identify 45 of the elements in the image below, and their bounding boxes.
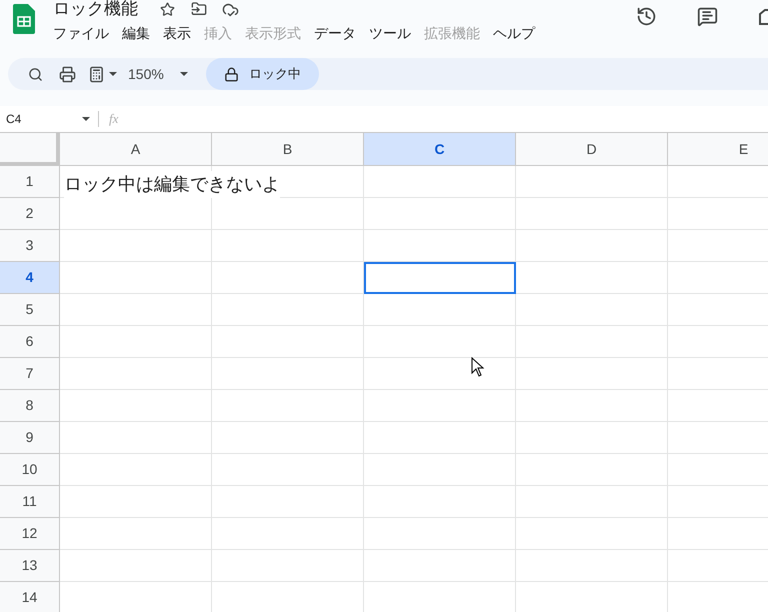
row-header[interactable]: 9 — [0, 422, 60, 454]
row-header[interactable]: 10 — [0, 454, 60, 486]
folder-icon[interactable] — [191, 1, 207, 17]
row-header[interactable]: 11 — [0, 486, 60, 518]
document-title[interactable]: ロック機能 — [53, 0, 138, 22]
row-header[interactable]: 14 — [0, 582, 60, 612]
selected-cell[interactable] — [364, 262, 516, 294]
mouse-pointer-icon — [471, 357, 485, 377]
lock-button[interactable]: ロック中 — [206, 58, 319, 90]
row-header[interactable]: 13 — [0, 550, 60, 582]
menu-item[interactable]: データ — [314, 23, 356, 44]
row-header[interactable]: 1 — [0, 166, 60, 198]
printer-icon[interactable] — [59, 66, 76, 82]
lock-icon — [224, 66, 239, 82]
search-icon[interactable] — [28, 66, 43, 82]
caret-icon — [180, 72, 188, 76]
column-header[interactable]: E — [668, 133, 768, 166]
row-header[interactable]: 5 — [0, 294, 60, 326]
row-header[interactable]: 12 — [0, 518, 60, 550]
star-icon[interactable] — [160, 2, 175, 16]
column-header[interactable]: C — [364, 133, 516, 166]
zoom-level[interactable]: 150% — [128, 64, 164, 84]
menu-item[interactable]: ツール — [369, 23, 411, 44]
history-icon[interactable] — [636, 6, 657, 27]
row-header[interactable]: 7 — [0, 358, 60, 390]
row-header[interactable]: 2 — [0, 198, 60, 230]
comment-icon[interactable] — [697, 6, 718, 27]
row-header[interactable]: 3 — [0, 230, 60, 262]
caret-icon — [109, 72, 117, 76]
fx-label: fx — [109, 110, 118, 128]
name-box[interactable]: C4 — [0, 108, 94, 130]
format-icon[interactable] — [88, 66, 105, 82]
column-header[interactable]: D — [516, 133, 668, 166]
column-header[interactable]: A — [60, 133, 212, 166]
row-header[interactable]: 4 — [0, 262, 60, 294]
menu-item[interactable]: ヘルプ — [493, 23, 535, 44]
row-header[interactable]: 6 — [0, 326, 60, 358]
row-header[interactable]: 8 — [0, 390, 60, 422]
menu-item[interactable]: 表示 — [163, 23, 191, 44]
cell-text: ロック中は編集できないよ — [64, 171, 280, 198]
spreadsheet-logo-icon[interactable] — [13, 4, 35, 34]
menu-item[interactable]: ファイル — [53, 23, 109, 44]
menu-item[interactable]: 編集 — [122, 23, 150, 44]
column-header[interactable]: B — [212, 133, 364, 166]
caret-icon — [82, 117, 90, 121]
